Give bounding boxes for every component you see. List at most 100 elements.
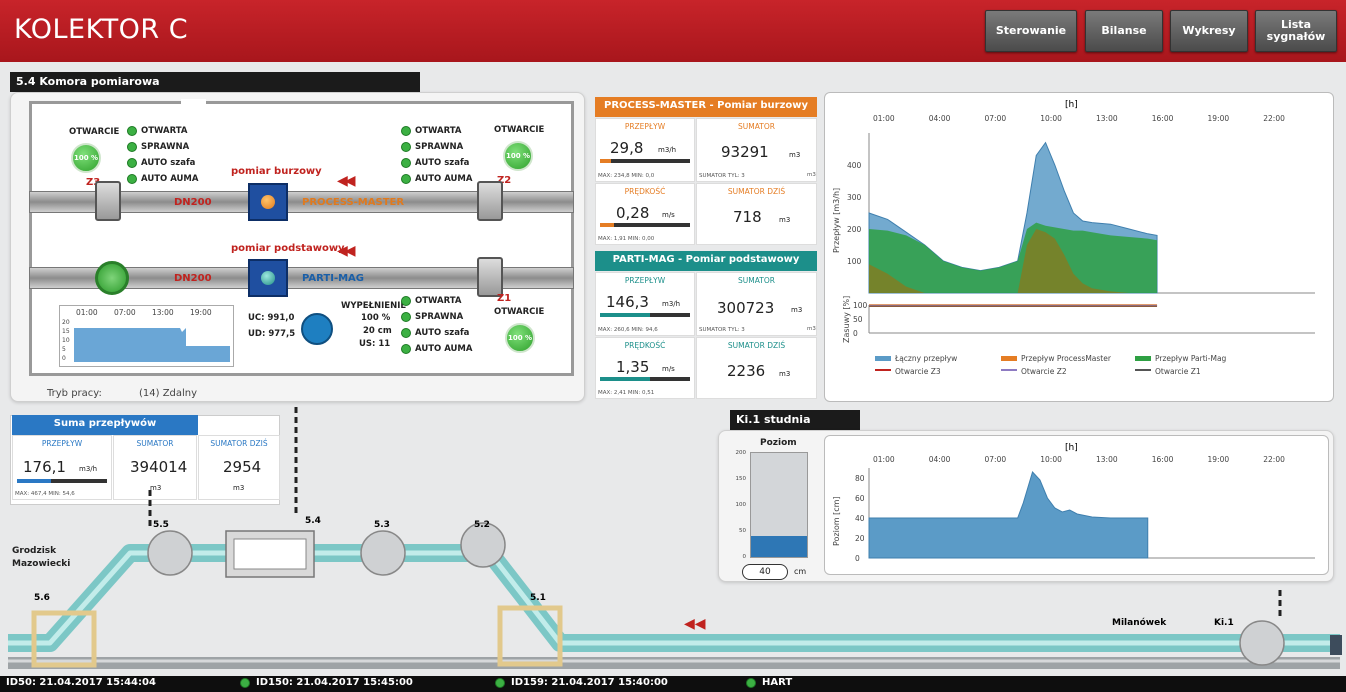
footer-id159: ID159: 21.04.2017 15:40:00: [511, 677, 668, 688]
flow-direction-icon: ◀◀: [337, 173, 355, 189]
pg-predkosc-caption: PRĘDKOŚĆ: [624, 341, 666, 350]
footer-id150: ID150: 21.04.2017 15:45:00: [256, 677, 413, 688]
right-top-open-percent: 100 %: [503, 141, 533, 171]
pg-sumator-cell: SUMATOR 300723 m3 SUMATOR TYL: 3 m3: [696, 272, 817, 336]
flow-direction-icon: ◀◀: [684, 616, 706, 632]
level-value-field: 40: [742, 564, 788, 580]
y-tick-label: 100: [847, 257, 862, 266]
bar-fill: [600, 159, 611, 163]
node-5-2-label: 5.2: [474, 520, 490, 530]
node-ki1-icon[interactable]: [1239, 620, 1285, 666]
valve-z1-label: Z1: [497, 293, 512, 304]
header-bar: KOLEKTOR C Sterowanie Bilanse Wykresy Li…: [0, 0, 1346, 62]
legend-swatch: [875, 369, 891, 371]
x-axis-title: [h]: [1065, 100, 1078, 110]
pg-dzis-unit: m3: [779, 370, 791, 378]
footer-hart: HART: [762, 677, 793, 688]
pm-predkosc-minmax: MAX: 1,91 MIN: 0,00: [598, 236, 655, 242]
footer-id50: ID50: 21.04.2017 15:44:04: [6, 677, 156, 688]
right-top-otwarcie-label: OTWARCIE: [494, 125, 545, 135]
parti-mag-meter[interactable]: [248, 259, 288, 297]
uc-value: UC: 991,0: [248, 313, 295, 323]
legend-label: Przepływ Parti-Mag: [1155, 354, 1227, 363]
signal-item: AUTO szafa: [127, 155, 198, 171]
pm-przeplyw-minmax: MAX: 234,8 MIN: 0,0: [598, 173, 655, 179]
pg-dzis-value: 2236: [727, 362, 766, 380]
mini-chart-svg: 01:00 07:00 13:00 19:00 20 15 10 5 0: [62, 308, 230, 362]
pg-przeplyw-minmax: MAX: 260,6 MIN: 94,6: [598, 327, 658, 333]
x-tick-label: 07:00: [985, 455, 1007, 464]
left-open-percent: 100 %: [71, 143, 101, 173]
legend-swatch: [1135, 356, 1151, 361]
signal-item: AUTO AUMA: [401, 171, 472, 187]
valve-z2-icon[interactable]: [477, 181, 503, 221]
flow-chart-panel[interactable]: [h] 01:00 04:00 07:00 10:00 13:00 16:00 19:00 22…: [824, 92, 1334, 402]
level-chart-svg: [h] 01:00 04:00 07:00 10:00 13:00 16:00 19:00 22…: [832, 443, 1315, 563]
wypelnienie-label: WYPEŁNIENIE: [341, 301, 407, 311]
x-tick-label: 13:00: [1096, 114, 1118, 123]
zasuwy-tick-label: 100: [853, 301, 868, 310]
node-5-5-icon[interactable]: [147, 530, 193, 576]
poziom-label: Poziom: [760, 438, 797, 448]
pg-sumator-caption: SUMATOR: [738, 276, 775, 285]
status-dot-icon: [495, 678, 505, 688]
pg-predkosc-cell: PRĘDKOŚĆ 1,35 m/s MAX: 2,41 MIN: 0,51: [595, 337, 695, 399]
wykresy-button[interactable]: Wykresy: [1170, 10, 1248, 52]
wypelnienie-cm: 20 cm: [363, 326, 392, 336]
right-top-signal-list: OTWARTA SPRAWNA AUTO szafa AUTO AUMA: [401, 123, 472, 187]
x-tick-label: 01:00: [873, 455, 895, 464]
x-tick-label: 16:00: [1152, 114, 1174, 123]
level-gauge: Poziom 200 150 100 50 0 40 cm: [728, 438, 813, 580]
tryb-pracy-label: Tryb pracy:: [47, 388, 102, 399]
signal-item: OTWARTA: [401, 293, 472, 309]
sterowanie-button[interactable]: Sterowanie: [985, 10, 1077, 52]
pg-predkosc-minmax: MAX: 2,41 MIN: 0,51: [598, 390, 655, 396]
y-tick-label: 400: [847, 161, 862, 170]
pomiar-podstawowy-label: pomiar podstawowy: [231, 243, 345, 254]
bar-fill: [600, 223, 614, 227]
left-signal-list: OTWARTA SPRAWNA AUTO szafa AUTO AUMA: [127, 123, 198, 187]
zasuwy-axis-title: Zasuwy [%]: [842, 296, 851, 343]
pg-dzis-cell: SUMATOR DZIŚ 2236 m3: [696, 337, 817, 399]
signal-item: SPRAWNA: [401, 309, 472, 325]
city-grodzisk-label: Grodzisk Mazowiecki: [12, 546, 71, 569]
right-bottom-signal-list: OTWARTA SPRAWNA AUTO szafa AUTO AUMA: [401, 293, 472, 357]
status-dot-icon: [127, 173, 137, 184]
process-master-label: PROCESS-MASTER: [302, 197, 405, 208]
meter-lamp-icon: [261, 195, 275, 209]
pm-predkosc-value: 0,28: [616, 204, 650, 222]
pg-predkosc-bar: [600, 377, 690, 381]
level-chart-panel[interactable]: [h] 01:00 04:00 07:00 10:00 13:00 16:00 19:00 22…: [824, 435, 1329, 575]
mini-tick: 07:00: [114, 308, 136, 317]
x-tick-label: 19:00: [1208, 455, 1230, 464]
scale-tick: 50: [739, 528, 746, 534]
lista-sygnalow-button[interactable]: Lista sygnałów: [1255, 10, 1337, 52]
bar-fill: [600, 313, 650, 317]
pg-dzis-caption: SUMATOR DZIŚ: [727, 341, 786, 350]
valve-z1-icon[interactable]: [477, 257, 503, 297]
pg-predkosc-value: 1,35: [616, 358, 650, 376]
pm-sumator-tyl: SUMATOR TYL: 3: [699, 173, 745, 179]
legend-label: Otwarcie Z2: [1021, 367, 1067, 376]
x-tick-label: 16:00: [1152, 455, 1174, 464]
scale-tick: 200: [735, 450, 747, 456]
bilanse-button[interactable]: Bilanse: [1085, 10, 1163, 52]
mini-level-chart[interactable]: 01:00 07:00 13:00 19:00 20 15 10 5 0: [59, 305, 234, 367]
pm-sumator-tyl-unit: m3: [807, 172, 816, 178]
node-5-3-icon[interactable]: [360, 530, 406, 576]
gate-valve-icon[interactable]: [95, 261, 129, 295]
signal-item: AUTO AUMA: [401, 341, 472, 357]
x-tick-label: 04:00: [929, 114, 951, 123]
status-dot-icon: [401, 125, 411, 136]
valve-z3-icon[interactable]: [95, 181, 121, 221]
mini-ytick: 20: [62, 319, 70, 326]
section-title-komora: 5.4 Komora pomiarowa: [10, 72, 420, 92]
mini-ytick: 15: [62, 328, 70, 335]
pm-przeplyw-unit: m3/h: [658, 146, 677, 154]
y-tick-label: 200: [847, 225, 862, 234]
process-master-meter[interactable]: [248, 183, 288, 221]
y-tick-label: 20: [855, 534, 865, 543]
scale-tick: 100: [735, 502, 747, 508]
pm-przeplyw-caption: PRZEPŁYW: [624, 122, 666, 131]
pg-przeplyw-cell: PRZEPŁYW 146,3 m3/h MAX: 260,6 MIN: 94,6: [595, 272, 695, 336]
